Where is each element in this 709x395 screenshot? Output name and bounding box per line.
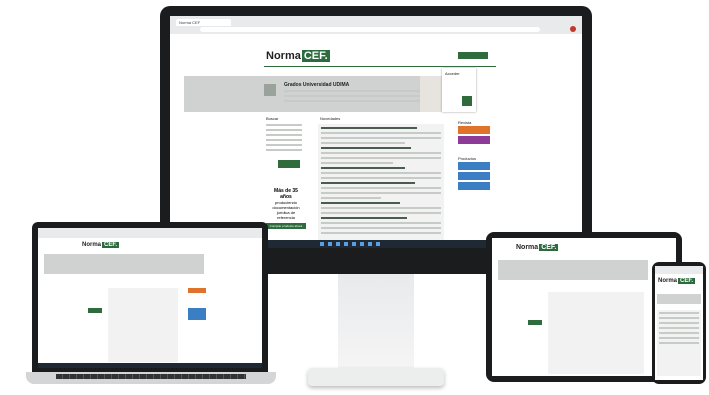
hero-title: Grados Universidad UDIMA xyxy=(284,82,350,88)
laptop-logo[interactable]: Norma CEF. xyxy=(82,242,120,248)
login-label: Acceder xyxy=(445,71,460,76)
laptop-taskbar xyxy=(38,363,262,368)
browser-tab[interactable]: Norma CEF xyxy=(176,19,231,26)
phone-screen: Norma CEF. xyxy=(655,266,703,380)
product-link-1[interactable] xyxy=(458,162,490,170)
login-panel: Acceder xyxy=(442,68,476,112)
sidebar-search-button[interactable] xyxy=(278,160,300,168)
laptop-keyboard xyxy=(56,374,246,379)
laptop-base xyxy=(26,372,276,384)
promo-line-6: referencia xyxy=(277,215,295,220)
sidebar-fields xyxy=(266,124,302,154)
header-divider xyxy=(264,66,496,67)
phone: Norma CEF. xyxy=(652,262,706,384)
product-link-2[interactable] xyxy=(458,172,490,180)
phone-logo[interactable]: Norma CEF. xyxy=(658,278,696,284)
profile-avatar-icon[interactable] xyxy=(570,26,576,32)
revista-link-2[interactable] xyxy=(458,136,490,144)
taskbar-apps[interactable] xyxy=(320,242,380,246)
laptop: Norma CEF. xyxy=(26,222,276,390)
address-bar[interactable] xyxy=(200,27,540,32)
news-list xyxy=(318,124,444,248)
login-button[interactable] xyxy=(462,96,472,106)
productos-label: Productos xyxy=(458,156,477,161)
laptop-search-button[interactable] xyxy=(88,308,102,313)
monitor-base xyxy=(308,368,444,386)
browser-chrome: Norma CEF xyxy=(170,16,582,34)
tablet-screen: Norma CEF. xyxy=(492,238,676,376)
hero-banner: Grados Universidad UDIMA xyxy=(184,76,470,112)
header-logos xyxy=(458,52,488,59)
hero-icon xyxy=(264,84,276,96)
promo-cta[interactable]: Comprar producto ahora xyxy=(266,223,306,229)
revista-label: Revista xyxy=(458,120,472,125)
tablet-search-button[interactable] xyxy=(528,320,542,325)
main-title: Novedades xyxy=(320,116,341,121)
brand-badge: CEF. xyxy=(301,50,330,62)
revista-link-1[interactable] xyxy=(458,126,490,134)
desktop-screen: Norma CEF Norma CEF. Grados Universidad U… xyxy=(170,16,582,248)
monitor-neck xyxy=(338,274,414,370)
site-logo[interactable]: Norma CEF. xyxy=(266,50,330,62)
product-link-3[interactable] xyxy=(458,182,490,190)
brand-name: Norma xyxy=(266,50,301,62)
sidebar-title: Buscar xyxy=(266,116,279,121)
laptop-screen: Norma CEF. xyxy=(38,228,262,368)
tablet-logo[interactable]: Norma CEF. xyxy=(516,244,559,251)
